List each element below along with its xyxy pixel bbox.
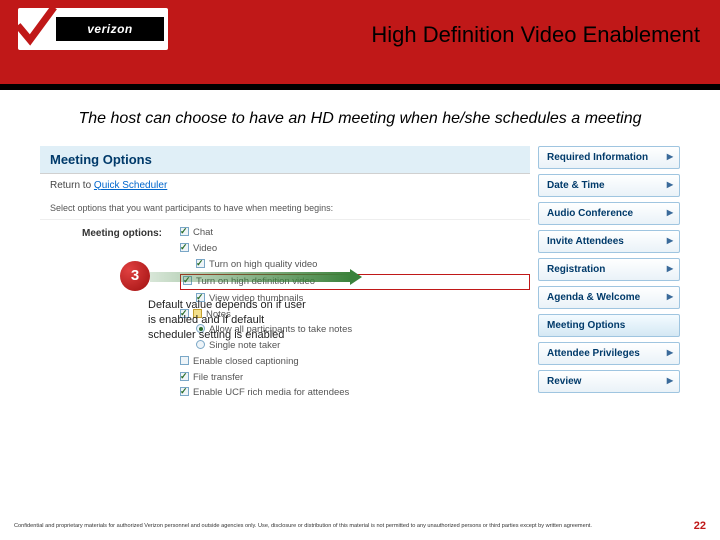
meeting-options-panel: Meeting Options Return to Quick Schedule… (40, 146, 530, 426)
option-label: Turn on high quality video (209, 258, 317, 273)
checkbox-icon[interactable] (180, 372, 189, 381)
checkbox-icon[interactable] (196, 259, 205, 268)
select-instructions: Select options that you want participant… (40, 197, 530, 220)
intro-text: The host can choose to have an HD meetin… (30, 108, 690, 130)
chevron-right-icon: ▶ (667, 348, 673, 357)
tab-label: Audio Conference (547, 208, 633, 219)
option-label: Chat (193, 226, 213, 241)
quick-scheduler-link[interactable]: Quick Scheduler (94, 180, 167, 191)
option-label: Enable UCF rich media for attendees (193, 386, 349, 401)
tab-audio-conference[interactable]: Audio Conference ▶ (538, 202, 680, 225)
header-bar: verizon High Definition Video Enablement (0, 0, 720, 90)
option-label: Video (193, 242, 217, 257)
tab-review[interactable]: Review ▶ (538, 370, 680, 393)
checkbox-icon[interactable] (180, 243, 189, 252)
chevron-right-icon: ▶ (667, 264, 673, 273)
option-chat: Chat (180, 226, 530, 242)
panel-heading: Meeting Options (40, 146, 530, 174)
chevron-right-icon: ▶ (667, 376, 673, 385)
logo-check-icon (18, 10, 56, 48)
tab-date-time[interactable]: Date & Time ▶ (538, 174, 680, 197)
tab-label: Invite Attendees (547, 236, 624, 247)
tab-registration[interactable]: Registration ▶ (538, 258, 680, 281)
tab-label: Attendee Privileges (547, 348, 640, 359)
tab-attendee-privileges[interactable]: Attendee Privileges ▶ (538, 342, 680, 365)
tab-label: Agenda & Welcome (547, 292, 640, 303)
option-label: Enable closed captioning (193, 355, 299, 370)
chevron-right-icon: ▶ (667, 236, 673, 245)
return-link-row: Return to Quick Scheduler (40, 174, 530, 197)
chevron-right-icon: ▶ (667, 208, 673, 217)
option-cc: Enable closed captioning (180, 354, 530, 370)
tab-required-info[interactable]: Required Information ▶ (538, 146, 680, 169)
wizard-tabs: Required Information ▶ Date & Time ▶ Audio… (538, 146, 680, 398)
checkbox-icon[interactable] (180, 356, 189, 365)
option-label: File transfer (193, 371, 243, 386)
option-file-transfer: File transfer (180, 370, 530, 386)
option-ucf: Enable UCF rich media for attendees (180, 386, 530, 402)
page-number: 22 (694, 520, 706, 532)
chevron-right-icon: ▶ (667, 180, 673, 189)
tab-invite-attendees[interactable]: Invite Attendees ▶ (538, 230, 680, 253)
tab-label: Required Information (547, 152, 648, 163)
chevron-right-icon: ▶ (667, 152, 673, 161)
tab-label: Date & Time (547, 180, 605, 191)
legal-text: Confidential and proprietary materials f… (14, 523, 592, 529)
return-prefix: Return to (50, 180, 94, 191)
footer: Confidential and proprietary materials f… (0, 520, 720, 532)
scheduler-screenshot: Meeting Options Return to Quick Schedule… (40, 146, 680, 426)
logo-text: verizon (87, 22, 133, 36)
checkbox-icon[interactable] (180, 227, 189, 236)
option-video: Video (180, 241, 530, 257)
tab-meeting-options[interactable]: Meeting Options (538, 314, 680, 337)
tab-label: Review (547, 376, 581, 387)
header-underline (0, 84, 720, 90)
checkbox-icon[interactable] (180, 387, 189, 396)
tab-label: Meeting Options (547, 320, 625, 331)
logo-wordmark: verizon (56, 17, 164, 41)
callout-text: Default value depends on if user is enab… (148, 298, 308, 344)
callout-badge: 3 (120, 261, 150, 291)
tab-agenda-welcome[interactable]: Agenda & Welcome ▶ (538, 286, 680, 309)
page-title: High Definition Video Enablement (371, 22, 700, 48)
chevron-right-icon: ▶ (667, 292, 673, 301)
content-area: The host can choose to have an HD meetin… (0, 90, 720, 426)
callout-arrow-icon (150, 272, 362, 282)
verizon-logo: verizon (18, 8, 168, 50)
tab-label: Registration (547, 264, 605, 275)
